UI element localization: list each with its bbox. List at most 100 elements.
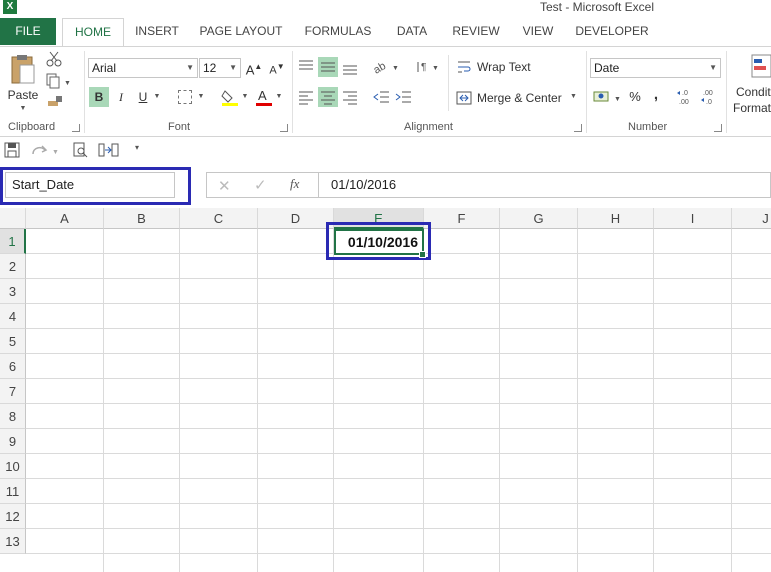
clipboard-launcher-icon[interactable] bbox=[72, 124, 80, 132]
borders-icon[interactable] bbox=[178, 90, 192, 104]
column-header-i[interactable]: I bbox=[654, 208, 732, 229]
grid-row-line bbox=[26, 528, 771, 529]
text-direction-icon[interactable]: ¶ ▼ bbox=[414, 57, 442, 77]
freeze-panes-icon[interactable] bbox=[98, 142, 120, 158]
align-right-icon[interactable] bbox=[340, 87, 360, 107]
tab-review[interactable]: REVIEW bbox=[446, 18, 506, 45]
grid-row-line bbox=[26, 328, 771, 329]
tab-data[interactable]: DATA bbox=[388, 18, 436, 45]
excel-app-icon[interactable]: X bbox=[3, 0, 17, 14]
column-header-g[interactable]: G bbox=[500, 208, 578, 229]
row-header-3[interactable]: 3 bbox=[0, 279, 26, 304]
bottom-align-icon[interactable] bbox=[340, 57, 360, 77]
increase-decimal-icon[interactable]: .0.00 bbox=[676, 87, 696, 107]
select-all-corner[interactable] bbox=[0, 208, 26, 229]
wrap-text-button[interactable]: Wrap Text bbox=[456, 57, 576, 77]
row-header-8[interactable]: 8 bbox=[0, 404, 26, 429]
middle-align-icon[interactable] bbox=[318, 57, 338, 77]
insert-function-icon[interactable]: fx bbox=[290, 176, 299, 192]
column-header-c[interactable]: C bbox=[180, 208, 258, 229]
format-painter-icon[interactable] bbox=[46, 95, 64, 111]
align-center-icon[interactable] bbox=[318, 87, 338, 107]
column-header-b[interactable]: B bbox=[104, 208, 180, 229]
save-icon[interactable] bbox=[4, 142, 20, 158]
tab-view[interactable]: VIEW bbox=[514, 18, 562, 45]
number-format-combo[interactable]: Date ▼ bbox=[590, 58, 721, 78]
underline-dropdown-icon[interactable]: ▼ bbox=[152, 87, 162, 107]
merge-center-button[interactable]: Merge & Center ▼ bbox=[456, 88, 580, 108]
tab-home[interactable]: HOME bbox=[62, 18, 124, 47]
fill-color-dropdown-icon[interactable]: ▼ bbox=[240, 87, 250, 107]
decrease-indent-icon[interactable] bbox=[372, 87, 392, 107]
decrease-decimal-icon[interactable]: .00.0 bbox=[700, 87, 720, 107]
orientation-icon[interactable]: ab ▼ bbox=[371, 57, 400, 77]
column-header-j[interactable]: J bbox=[732, 208, 771, 229]
fill-color-icon[interactable] bbox=[220, 87, 240, 107]
conditional-formatting-label-1[interactable]: Conditi bbox=[736, 85, 771, 99]
row-header-1[interactable]: 1 bbox=[0, 229, 26, 254]
svg-text:.0: .0 bbox=[682, 90, 688, 97]
tab-page-layout[interactable]: PAGE LAYOUT bbox=[194, 18, 288, 45]
number-launcher-icon[interactable] bbox=[714, 124, 722, 132]
ribbon: Paste ▼ ▼ Clipboard Arial ▼ 12 ▼ A▲ A▼ B… bbox=[0, 46, 771, 137]
formula-input[interactable]: 01/10/2016 bbox=[331, 173, 396, 197]
increase-indent-icon[interactable] bbox=[394, 87, 414, 107]
row-header-7[interactable]: 7 bbox=[0, 379, 26, 404]
font-size-combo[interactable]: 12 ▼ bbox=[199, 58, 241, 78]
row-header-2[interactable]: 2 bbox=[0, 254, 26, 279]
tab-formulas[interactable]: FORMULAS bbox=[298, 18, 378, 45]
row-header-13[interactable]: 13 bbox=[0, 529, 26, 554]
alignment-launcher-icon[interactable] bbox=[574, 124, 582, 132]
row-header-9[interactable]: 9 bbox=[0, 429, 26, 454]
borders-dropdown-icon[interactable]: ▼ bbox=[196, 87, 206, 107]
paste-icon[interactable] bbox=[8, 53, 38, 87]
accounting-format-icon[interactable]: ▼ bbox=[592, 87, 622, 107]
group-label-font: Font bbox=[168, 121, 191, 133]
comma-style-button[interactable]: , bbox=[650, 85, 662, 105]
increase-font-size-icon[interactable]: A▲ bbox=[245, 57, 263, 80]
cancel-icon[interactable]: ✕ bbox=[218, 177, 231, 195]
grid-column-line bbox=[653, 229, 654, 572]
conditional-formatting-icon[interactable] bbox=[748, 53, 771, 79]
top-align-icon[interactable] bbox=[296, 57, 316, 77]
grid-column-line bbox=[423, 229, 424, 572]
row-header-6[interactable]: 6 bbox=[0, 354, 26, 379]
worksheet-grid[interactable]: ABCDEFGHIJ 1 2 3 4 5 6 7 8 9 10 11 12 13 01/10/2016 bbox=[0, 208, 771, 572]
cut-icon[interactable] bbox=[46, 51, 62, 67]
tab-insert[interactable]: INSERT bbox=[128, 18, 186, 45]
font-color-dropdown-icon[interactable]: ▼ bbox=[274, 87, 284, 107]
column-header-a[interactable]: A bbox=[26, 208, 104, 229]
paste-dropdown-icon[interactable]: ▼ bbox=[16, 99, 30, 119]
column-header-f[interactable]: F bbox=[424, 208, 500, 229]
percent-style-button[interactable]: % bbox=[627, 87, 643, 107]
copy-icon[interactable]: ▼ bbox=[46, 73, 72, 89]
row-header-11[interactable]: 11 bbox=[0, 479, 26, 504]
tab-developer[interactable]: DEVELOPER bbox=[572, 18, 652, 45]
row-header-10[interactable]: 10 bbox=[0, 454, 26, 479]
redo-icon[interactable]: ▼ bbox=[30, 142, 62, 158]
row-header-4[interactable]: 4 bbox=[0, 304, 26, 329]
customize-toolbar-icon[interactable]: ▾ bbox=[132, 143, 142, 157]
print-preview-icon[interactable] bbox=[72, 142, 88, 158]
grid-row-line bbox=[26, 278, 771, 279]
decrease-font-size-icon[interactable]: A▼ bbox=[268, 57, 286, 81]
font-name-combo[interactable]: Arial ▼ bbox=[88, 58, 198, 78]
italic-button[interactable]: I bbox=[112, 87, 130, 107]
align-left-icon[interactable] bbox=[296, 87, 316, 107]
column-header-d[interactable]: D bbox=[258, 208, 334, 229]
column-header-h[interactable]: H bbox=[578, 208, 654, 229]
font-launcher-icon[interactable] bbox=[280, 124, 288, 132]
row-header-12[interactable]: 12 bbox=[0, 504, 26, 529]
underline-button[interactable]: U bbox=[134, 87, 152, 107]
conditional-formatting-label-2[interactable]: Formatt bbox=[733, 101, 771, 115]
svg-text:▼: ▼ bbox=[52, 149, 59, 156]
fill-handle[interactable] bbox=[419, 251, 426, 258]
font-name-value: Arial bbox=[92, 61, 117, 75]
row-header-5[interactable]: 5 bbox=[0, 329, 26, 354]
active-cell[interactable]: 01/10/2016 bbox=[334, 229, 424, 255]
tab-file[interactable]: FILE bbox=[0, 18, 56, 45]
grid-row-line bbox=[26, 378, 771, 379]
enter-icon[interactable]: ✓ bbox=[254, 176, 267, 194]
bold-button[interactable]: B bbox=[89, 87, 109, 107]
font-color-icon[interactable]: A bbox=[254, 87, 274, 107]
